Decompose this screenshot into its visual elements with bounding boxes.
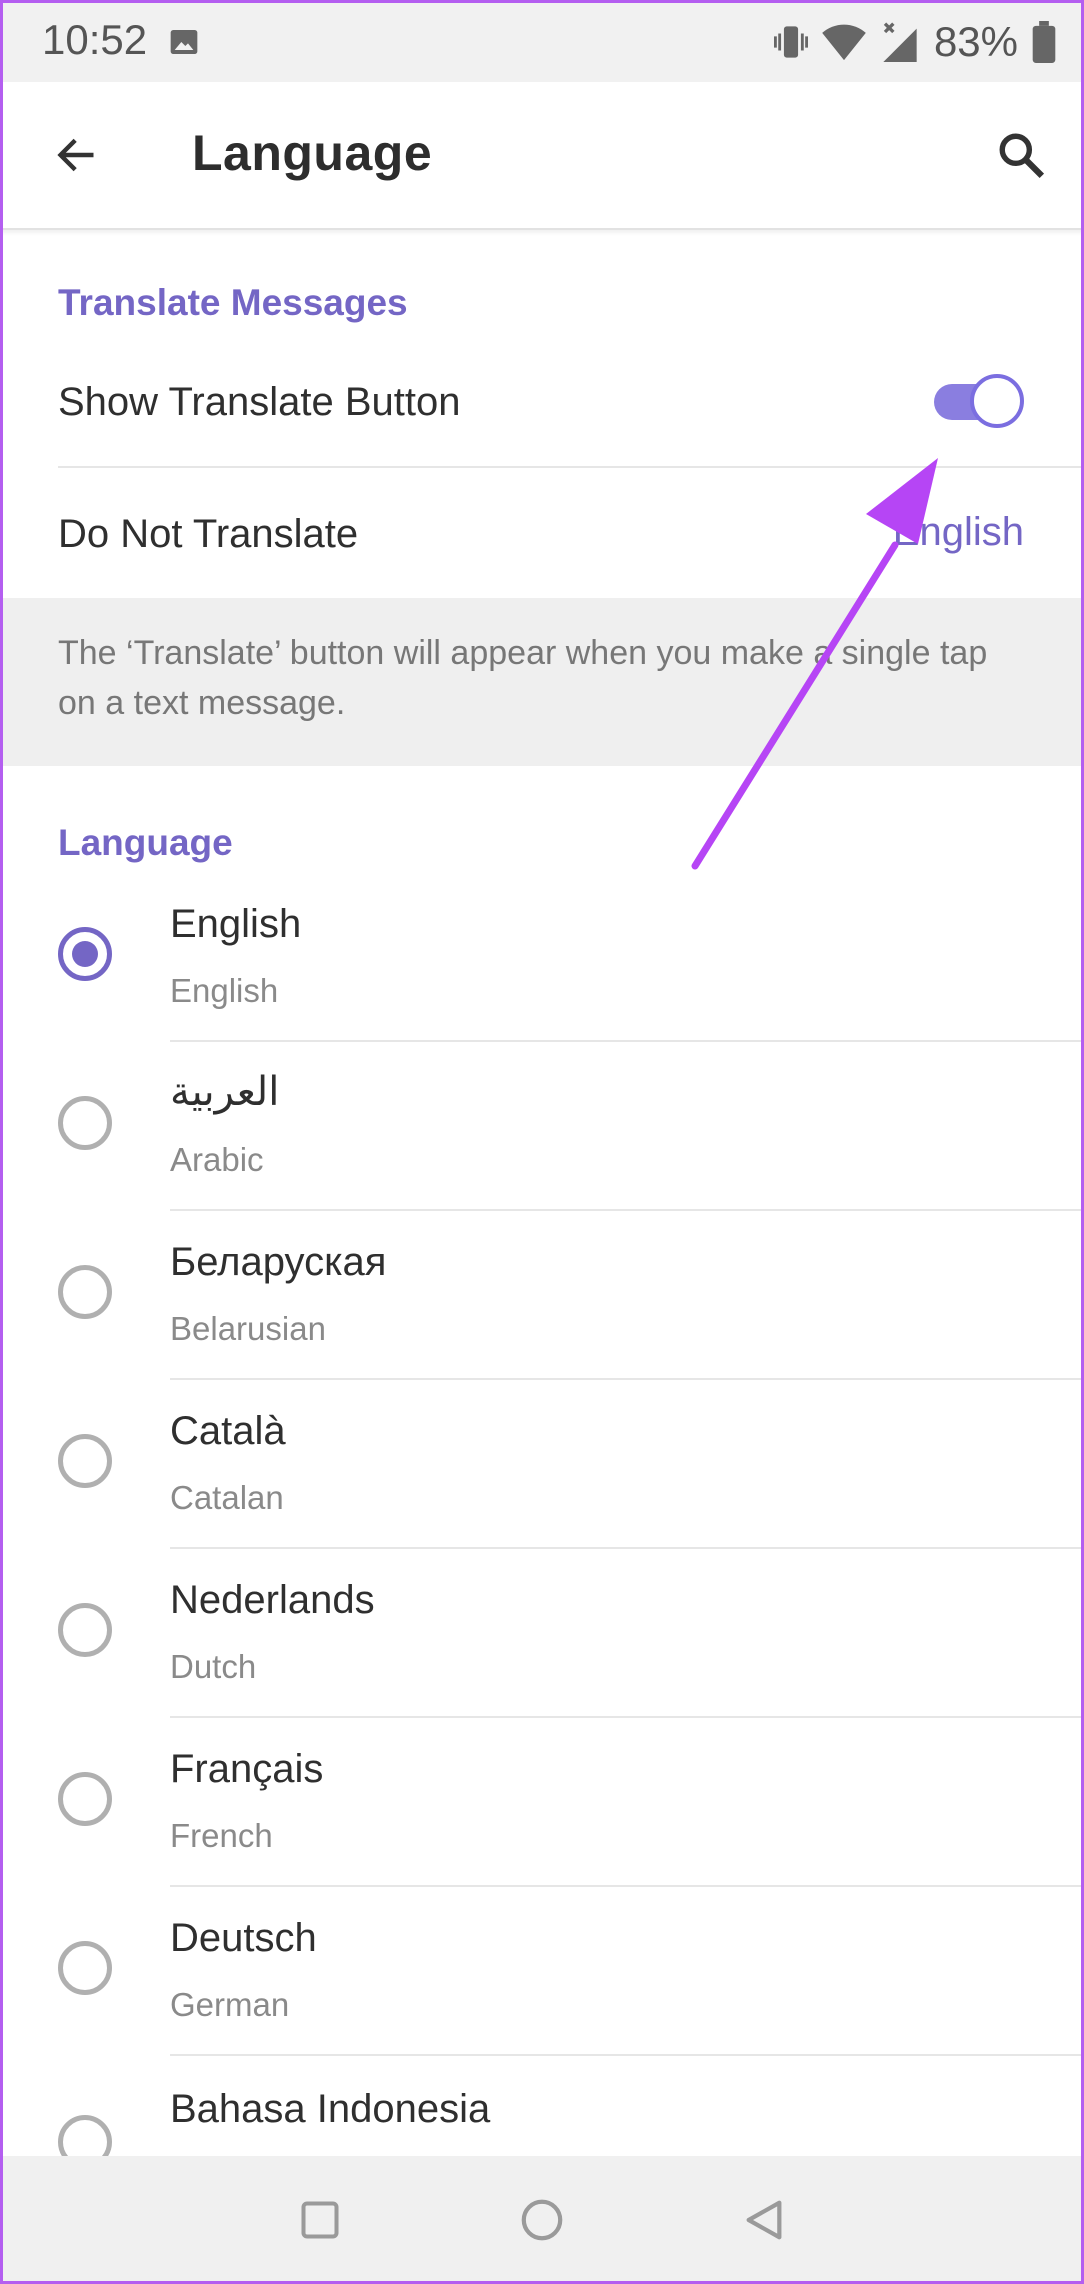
status-bar: 10:52 83%	[0, 0, 1084, 82]
language-item-arabic[interactable]: العربية Arabic	[0, 1041, 1084, 1211]
navigation-bar	[0, 2156, 1084, 2284]
info-text: The ‘Translate’ button will appear when …	[58, 634, 988, 722]
square-icon	[301, 2201, 339, 2239]
language-native-name: English	[170, 902, 302, 946]
divider	[58, 466, 1084, 468]
radio-unselected[interactable]	[58, 1603, 112, 1657]
back-button[interactable]	[44, 122, 110, 188]
wifi-icon	[822, 24, 866, 61]
language-item-belarusian[interactable]: Беларуская Belarusian	[0, 1210, 1084, 1380]
radio-selected[interactable]	[58, 927, 112, 981]
show-translate-toggle[interactable]	[932, 372, 1024, 432]
section-header-language: Language	[58, 822, 233, 863]
back-nav-button[interactable]	[734, 2190, 794, 2250]
triangle-back-icon	[746, 2200, 782, 2240]
home-button[interactable]	[512, 2190, 572, 2250]
language-native-name: Français	[170, 1747, 324, 1791]
app-bar: Language	[0, 82, 1084, 230]
vibrate-icon	[773, 26, 808, 58]
info-box: The ‘Translate’ button will appear when …	[0, 598, 1084, 766]
radio-unselected[interactable]	[58, 1772, 112, 1826]
arrow-left-icon	[57, 138, 94, 172]
language-english-name: Catalan	[170, 1479, 284, 1516]
do-not-translate-value[interactable]: English	[893, 510, 1024, 555]
radio-unselected[interactable]	[58, 1265, 112, 1319]
language-item-english[interactable]: English English	[0, 872, 1084, 1042]
search-button[interactable]	[988, 122, 1054, 188]
section-header-translate: Translate Messages	[58, 282, 408, 323]
do-not-translate-label[interactable]: Do Not Translate	[58, 512, 358, 557]
language-native-name: العربية	[170, 1070, 280, 1114]
language-english-name: German	[170, 1986, 290, 2023]
toggle-thumb	[970, 374, 1024, 428]
language-native-name: Deutsch	[170, 1916, 317, 1960]
status-time: 10:52	[42, 16, 148, 63]
language-item-dutch[interactable]: Nederlands Dutch	[0, 1548, 1084, 1718]
language-english-name: Arabic	[170, 1141, 264, 1178]
language-english-name: French	[170, 1817, 273, 1854]
language-item-french[interactable]: Français French	[0, 1717, 1084, 1887]
language-item-german[interactable]: Deutsch German	[0, 1886, 1084, 2056]
search-icon	[999, 133, 1045, 179]
radio-unselected[interactable]	[58, 1434, 112, 1488]
language-native-name: Беларуская	[170, 1240, 387, 1284]
show-translate-label[interactable]: Show Translate Button	[58, 380, 460, 425]
language-item-indonesian[interactable]: Bahasa Indonesia	[0, 2055, 1084, 2156]
radio-unselected[interactable]	[58, 1941, 112, 1995]
language-english-name: Belarusian	[170, 1310, 326, 1347]
language-item-catalan[interactable]: Català Catalan	[0, 1379, 1084, 1549]
language-native-name: Bahasa Indonesia	[170, 2087, 491, 2131]
page-title: Language	[192, 125, 433, 181]
language-native-name: Nederlands	[170, 1578, 375, 1622]
radio-unselected[interactable]	[58, 1096, 112, 1150]
radio-unselected[interactable]	[58, 2115, 112, 2156]
image-icon	[170, 30, 198, 54]
status-icons: 83%	[773, 14, 1056, 70]
language-english-name: English	[170, 972, 279, 1009]
circle-icon	[521, 2199, 563, 2241]
language-native-name: Català	[170, 1409, 286, 1453]
language-english-name: Dutch	[170, 1648, 257, 1685]
battery-percent: 83%	[933, 18, 1018, 65]
recents-button[interactable]	[290, 2190, 350, 2250]
battery-icon	[1032, 21, 1056, 63]
signal-icon	[883, 22, 917, 62]
